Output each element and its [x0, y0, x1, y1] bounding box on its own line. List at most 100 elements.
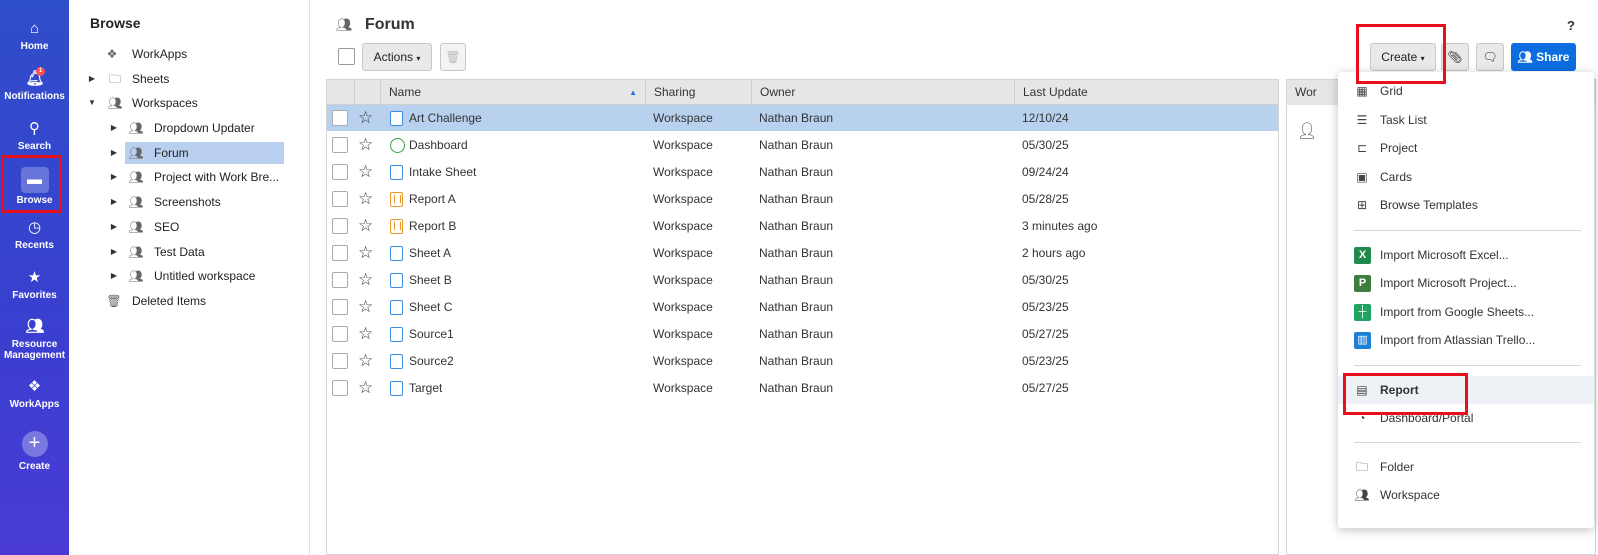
favorite-star-icon[interactable]: ☆ — [358, 323, 373, 345]
row-name[interactable]: Dashboard — [409, 132, 468, 158]
row-checkbox[interactable] — [332, 137, 348, 153]
menu-item-import-google-sheets[interactable]: ┼ Import from Google Sheets... — [1338, 298, 1594, 326]
caret-right-icon[interactable]: ▶ — [87, 68, 97, 90]
favorite-star-icon[interactable]: ☆ — [358, 107, 373, 129]
row-name[interactable]: Source1 — [409, 321, 454, 347]
row-checkbox[interactable] — [332, 272, 348, 288]
row-name[interactable]: Intake Sheet — [409, 159, 476, 185]
attachments-button[interactable]: 📎︎ — [1441, 43, 1469, 71]
share-button[interactable]: 👥︎ Share — [1511, 43, 1576, 71]
row-name[interactable]: Report B — [409, 213, 456, 239]
rail-favorites[interactable]: ★ Favorites — [0, 263, 69, 309]
sheet-icon — [390, 381, 403, 396]
folder-icon: ▬ — [20, 167, 49, 193]
tree-item-test-data[interactable]: ▶ 👥︎ Test Data — [109, 241, 284, 263]
tree-item-untitled-workspace[interactable]: ▶ 👥︎ Untitled workspace — [109, 265, 284, 287]
caret-right-icon[interactable]: ▶ — [109, 142, 119, 164]
caret-right-icon[interactable]: ▶ — [109, 241, 119, 263]
favorite-star-icon[interactable]: ☆ — [358, 188, 373, 210]
favorite-star-icon[interactable]: ☆ — [358, 134, 373, 156]
rail-resource-management[interactable]: 👥︎ Resource Management — [0, 312, 69, 364]
menu-item-grid[interactable]: ▦ Grid — [1338, 77, 1594, 105]
column-header-sharing[interactable]: Sharing — [645, 80, 751, 105]
table-row[interactable]: ☆ Source2 Workspace Nathan Braun 05/23/25 — [327, 348, 1278, 374]
menu-item-task-list[interactable]: ☰ Task List — [1338, 106, 1594, 134]
row-name[interactable]: Sheet A — [409, 240, 451, 266]
table-row[interactable]: ☆ Dashboard Workspace Nathan Braun 05/30/25 — [327, 132, 1278, 158]
tree-item-seo[interactable]: ▶ 👥︎ SEO — [109, 216, 284, 238]
row-name[interactable]: Sheet C — [409, 294, 452, 320]
rail-browse[interactable]: ▬ Browse — [0, 163, 69, 209]
menu-item-browse-templates[interactable]: ⊞ Browse Templates — [1338, 191, 1594, 219]
row-checkbox[interactable] — [332, 245, 348, 261]
tree-item-project-work-breakdown[interactable]: ▶ 👥︎ Project with Work Bre... — [109, 166, 284, 188]
delete-button[interactable]: 🗑︎ — [440, 43, 466, 71]
menu-item-dashboard[interactable]: ◔ Dashboard/Portal — [1338, 404, 1594, 432]
column-header-last-update[interactable]: Last Update — [1014, 80, 1278, 105]
table-row[interactable]: ☆ Source1 Workspace Nathan Braun 05/27/25 — [327, 321, 1278, 347]
rail-create[interactable]: + Create — [0, 425, 69, 477]
row-name[interactable]: Report A — [409, 186, 456, 212]
rail-notifications[interactable]: 🔔︎ 1 Notifications — [0, 64, 69, 110]
table-row[interactable]: ☆ Sheet A Workspace Nathan Braun 2 hours ago — [327, 240, 1278, 266]
caret-right-icon[interactable]: ▶ — [109, 216, 119, 238]
rail-recents[interactable]: ◷ Recents — [0, 213, 69, 259]
row-name[interactable]: Art Challenge — [409, 105, 482, 131]
row-checkbox[interactable] — [332, 326, 348, 342]
favorite-star-icon[interactable]: ☆ — [358, 377, 373, 399]
tree-item-dropdown-updater[interactable]: ▶ 👥︎ Dropdown Updater — [109, 117, 284, 139]
menu-item-cards[interactable]: ▣ Cards — [1338, 163, 1594, 191]
column-header-name[interactable]: Name ▲ — [380, 80, 645, 105]
caret-right-icon[interactable]: ▶ — [109, 117, 119, 139]
row-checkbox[interactable] — [332, 164, 348, 180]
caret-right-icon[interactable]: ▶ — [109, 166, 119, 188]
menu-item-report[interactable]: ▤ Report — [1338, 376, 1594, 404]
table-row[interactable]: ☆ Art Challenge Workspace Nathan Braun 12/10… — [327, 105, 1278, 131]
menu-item-project[interactable]: ⊏ Project — [1338, 134, 1594, 162]
caret-down-icon[interactable]: ▼ — [87, 92, 97, 114]
tree-item-deleted-items[interactable]: 🗑︎ Deleted Items — [106, 290, 281, 312]
row-name[interactable]: Source2 — [409, 348, 454, 374]
row-name[interactable]: Sheet B — [409, 267, 452, 293]
rail-workapps[interactable]: ❖ WorkApps — [0, 372, 69, 418]
tree-item-sheets[interactable]: ▶ 🗀︎ Sheets — [87, 68, 287, 90]
table-row[interactable]: ☆ Target Workspace Nathan Braun 05/27/25 — [327, 375, 1278, 401]
row-checkbox[interactable] — [332, 380, 348, 396]
tree-item-workapps[interactable]: ❖ WorkApps — [104, 43, 284, 65]
menu-item-folder[interactable]: 🗀︎ Folder — [1338, 453, 1594, 481]
favorite-star-icon[interactable]: ☆ — [358, 296, 373, 318]
row-checkbox[interactable] — [332, 299, 348, 315]
conversations-button[interactable]: 🗨︎ — [1476, 43, 1504, 71]
help-button[interactable]: ? — [1567, 18, 1575, 33]
create-button[interactable]: Create ▾ — [1370, 43, 1436, 71]
menu-item-import-project[interactable]: P Import Microsoft Project... — [1338, 269, 1594, 297]
favorite-star-icon[interactable]: ☆ — [358, 215, 373, 237]
table-row[interactable]: ☆ Intake Sheet Workspace Nathan Braun 09/24/… — [327, 159, 1278, 185]
favorite-star-icon[interactable]: ☆ — [358, 350, 373, 372]
favorite-star-icon[interactable]: ☆ — [358, 269, 373, 291]
rail-home[interactable]: ⌂ Home — [0, 14, 69, 60]
row-name[interactable]: Target — [409, 375, 442, 401]
tree-item-forum[interactable]: ▶ 👥︎ Forum — [111, 142, 284, 164]
row-checkbox[interactable] — [332, 110, 348, 126]
table-row[interactable]: ☆ Sheet C Workspace Nathan Braun 05/23/25 — [327, 294, 1278, 320]
caret-right-icon[interactable]: ▶ — [109, 265, 119, 287]
tree-item-screenshots[interactable]: ▶ 👥︎ Screenshots — [109, 191, 284, 213]
table-row[interactable]: ☆ Report B Workspace Nathan Braun 3 minutes … — [327, 213, 1278, 239]
menu-item-workspace[interactable]: 👥︎ Workspace — [1338, 481, 1594, 509]
select-all-checkbox[interactable] — [338, 48, 355, 65]
row-checkbox[interactable] — [332, 353, 348, 369]
menu-item-import-excel[interactable]: X Import Microsoft Excel... — [1338, 241, 1594, 269]
menu-item-import-trello[interactable]: ▥ Import from Atlassian Trello... — [1338, 326, 1594, 354]
favorite-star-icon[interactable]: ☆ — [358, 242, 373, 264]
favorite-star-icon[interactable]: ☆ — [358, 161, 373, 183]
column-header-owner[interactable]: Owner — [751, 80, 1014, 105]
rail-search[interactable]: ⚲ Search — [0, 114, 69, 160]
row-checkbox[interactable] — [332, 191, 348, 207]
table-row[interactable]: ☆ Report A Workspace Nathan Braun 05/28/25 — [327, 186, 1278, 212]
actions-button[interactable]: Actions ▾ — [362, 43, 432, 71]
caret-right-icon[interactable]: ▶ — [109, 191, 119, 213]
tree-item-workspaces[interactable]: ▼ 👥︎ Workspaces — [87, 92, 287, 114]
table-row[interactable]: ☆ Sheet B Workspace Nathan Braun 05/30/25 — [327, 267, 1278, 293]
row-checkbox[interactable] — [332, 218, 348, 234]
